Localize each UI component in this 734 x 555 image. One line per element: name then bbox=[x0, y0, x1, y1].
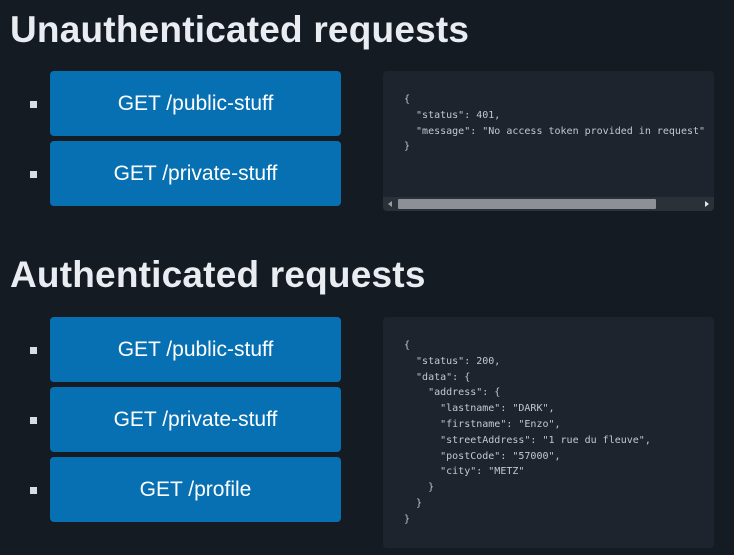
scrollbar-thumb[interactable] bbox=[398, 199, 656, 209]
authenticated-response-panel: { "status": 200, "data": { "address": { … bbox=[383, 317, 714, 548]
get-public-stuff-button[interactable]: GET /public-stuff bbox=[50, 71, 341, 136]
response-json-text: { "status": 401, "message": "No access t… bbox=[404, 94, 706, 153]
authenticated-request-list: GET /public-stuff GET /private-stuff GET… bbox=[30, 317, 342, 527]
list-item: GET /profile bbox=[30, 457, 342, 527]
horizontal-scrollbar[interactable] bbox=[383, 197, 714, 211]
unauthenticated-response-panel: { "status": 401, "message": "No access t… bbox=[383, 71, 714, 211]
list-item: GET /private-stuff bbox=[30, 387, 342, 457]
get-profile-button[interactable]: GET /profile bbox=[50, 457, 341, 522]
get-public-stuff-button[interactable]: GET /public-stuff bbox=[50, 317, 341, 382]
unauthenticated-section-title: Unauthenticated requests bbox=[10, 9, 470, 50]
bullet-icon bbox=[30, 487, 37, 494]
bullet-icon bbox=[30, 417, 37, 424]
scroll-right-arrow-icon[interactable] bbox=[702, 199, 712, 209]
response-json-text: { "status": 200, "data": { "address": { … bbox=[404, 340, 651, 525]
bullet-icon bbox=[30, 347, 37, 354]
list-item: GET /private-stuff bbox=[30, 141, 342, 211]
bullet-icon bbox=[30, 101, 37, 108]
unauthenticated-request-list: GET /public-stuff GET /private-stuff bbox=[30, 71, 342, 211]
list-item: GET /public-stuff bbox=[30, 317, 342, 387]
authenticated-section-title: Authenticated requests bbox=[10, 254, 426, 295]
get-private-stuff-button[interactable]: GET /private-stuff bbox=[50, 141, 341, 206]
list-item: GET /public-stuff bbox=[30, 71, 342, 141]
get-private-stuff-button[interactable]: GET /private-stuff bbox=[50, 387, 341, 452]
scroll-left-arrow-icon[interactable] bbox=[385, 199, 395, 209]
bullet-icon bbox=[30, 171, 37, 178]
